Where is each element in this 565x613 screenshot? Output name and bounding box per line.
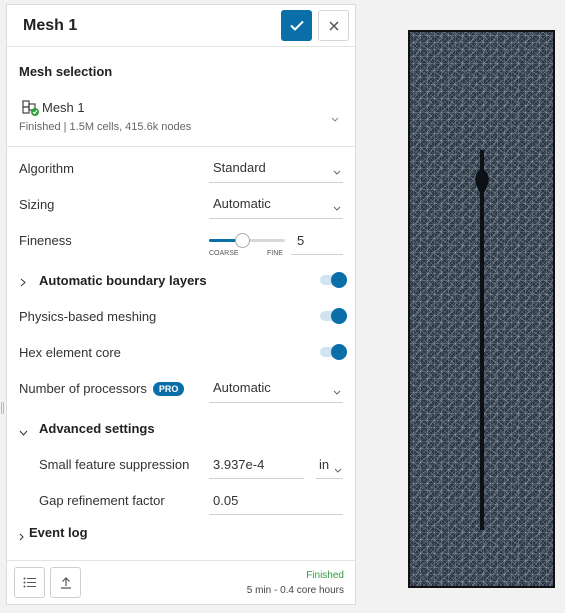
status-text: Finished: [306, 570, 344, 581]
panel-title: Mesh 1: [23, 17, 78, 34]
gap-factor-label: Gap refinement factor: [39, 493, 165, 508]
algorithm-value: Standard: [213, 160, 266, 175]
physics-meshing-toggle[interactable]: [320, 308, 347, 324]
panel-header: Mesh 1: [7, 5, 355, 47]
processors-select[interactable]: Automatic: [209, 374, 343, 403]
duration-text: 5 min - 0.4 core hours: [246, 585, 344, 596]
fineness-value: 5: [297, 233, 305, 248]
fineness-label: Fineness: [19, 233, 72, 248]
mesh-name: Mesh 1: [42, 100, 85, 115]
processors-value: Automatic: [213, 380, 271, 395]
hex-core-label: Hex element core: [19, 345, 121, 360]
chevron-down-icon: [331, 110, 339, 125]
processors-label-text: Number of processors: [19, 381, 147, 396]
mesh-icon: [21, 99, 41, 120]
blade-body: [480, 150, 484, 530]
event-log-label[interactable]: Event log: [29, 525, 88, 540]
mesh-viewport[interactable]: [408, 30, 555, 588]
list-button[interactable]: [14, 567, 45, 598]
pro-badge: PRO: [152, 382, 185, 396]
sizing-value: Automatic: [213, 196, 271, 211]
chevron-down-icon: [333, 383, 341, 398]
close-button[interactable]: [318, 10, 349, 41]
chevron-down-icon: [334, 461, 342, 476]
check-icon: [289, 20, 304, 31]
chevron-down-icon: [333, 163, 341, 178]
physics-meshing-label: Physics-based meshing: [19, 309, 157, 324]
panel-resize-handle[interactable]: [1, 402, 4, 414]
small-feature-value: 3.937e-4: [213, 457, 265, 472]
unit-select[interactable]: in: [316, 450, 343, 479]
gap-factor-input[interactable]: 0.05: [209, 486, 343, 515]
boundary-layers-toggle[interactable]: [320, 272, 347, 288]
chevron-right-icon[interactable]: [20, 275, 26, 290]
confirm-button[interactable]: [281, 10, 312, 41]
boundary-layers-label[interactable]: Automatic boundary layers: [39, 273, 207, 288]
close-icon: [328, 20, 339, 31]
hex-core-toggle[interactable]: [320, 344, 347, 360]
fineness-input[interactable]: 5: [291, 226, 343, 255]
chevron-right-icon[interactable]: [19, 529, 24, 544]
divider: [7, 146, 355, 147]
upload-icon: [60, 576, 71, 589]
processors-label: Number of processors PRO: [19, 381, 185, 396]
small-feature-label: Small feature suppression: [39, 457, 190, 472]
mesh-selector[interactable]: Mesh 1 Finished | 1.5M cells, 415.6k nod…: [19, 96, 349, 136]
mesh-render: [410, 32, 553, 586]
sizing-select[interactable]: Automatic: [209, 190, 343, 219]
slider-max-label: FINE: [267, 250, 283, 257]
slider-knob[interactable]: [235, 233, 250, 248]
sizing-label: Sizing: [19, 197, 55, 212]
fineness-slider[interactable]: [209, 232, 287, 248]
export-button[interactable]: [50, 567, 81, 598]
mesh-info: Finished | 1.5M cells, 415.6k nodes: [19, 121, 192, 133]
small-feature-input[interactable]: 3.937e-4: [209, 450, 304, 479]
divider: [7, 560, 355, 561]
algorithm-select[interactable]: Standard: [209, 154, 343, 183]
advanced-settings-label[interactable]: Advanced settings: [39, 421, 155, 436]
algorithm-label: Algorithm: [19, 161, 74, 176]
mesh-selection-title: Mesh selection: [19, 64, 113, 79]
gap-factor-value: 0.05: [213, 493, 239, 508]
slider-min-label: COARSE: [209, 250, 239, 257]
list-icon: [23, 577, 36, 588]
chevron-down-icon[interactable]: [19, 424, 28, 439]
chevron-down-icon: [333, 199, 341, 214]
unit-value: in: [319, 457, 330, 472]
